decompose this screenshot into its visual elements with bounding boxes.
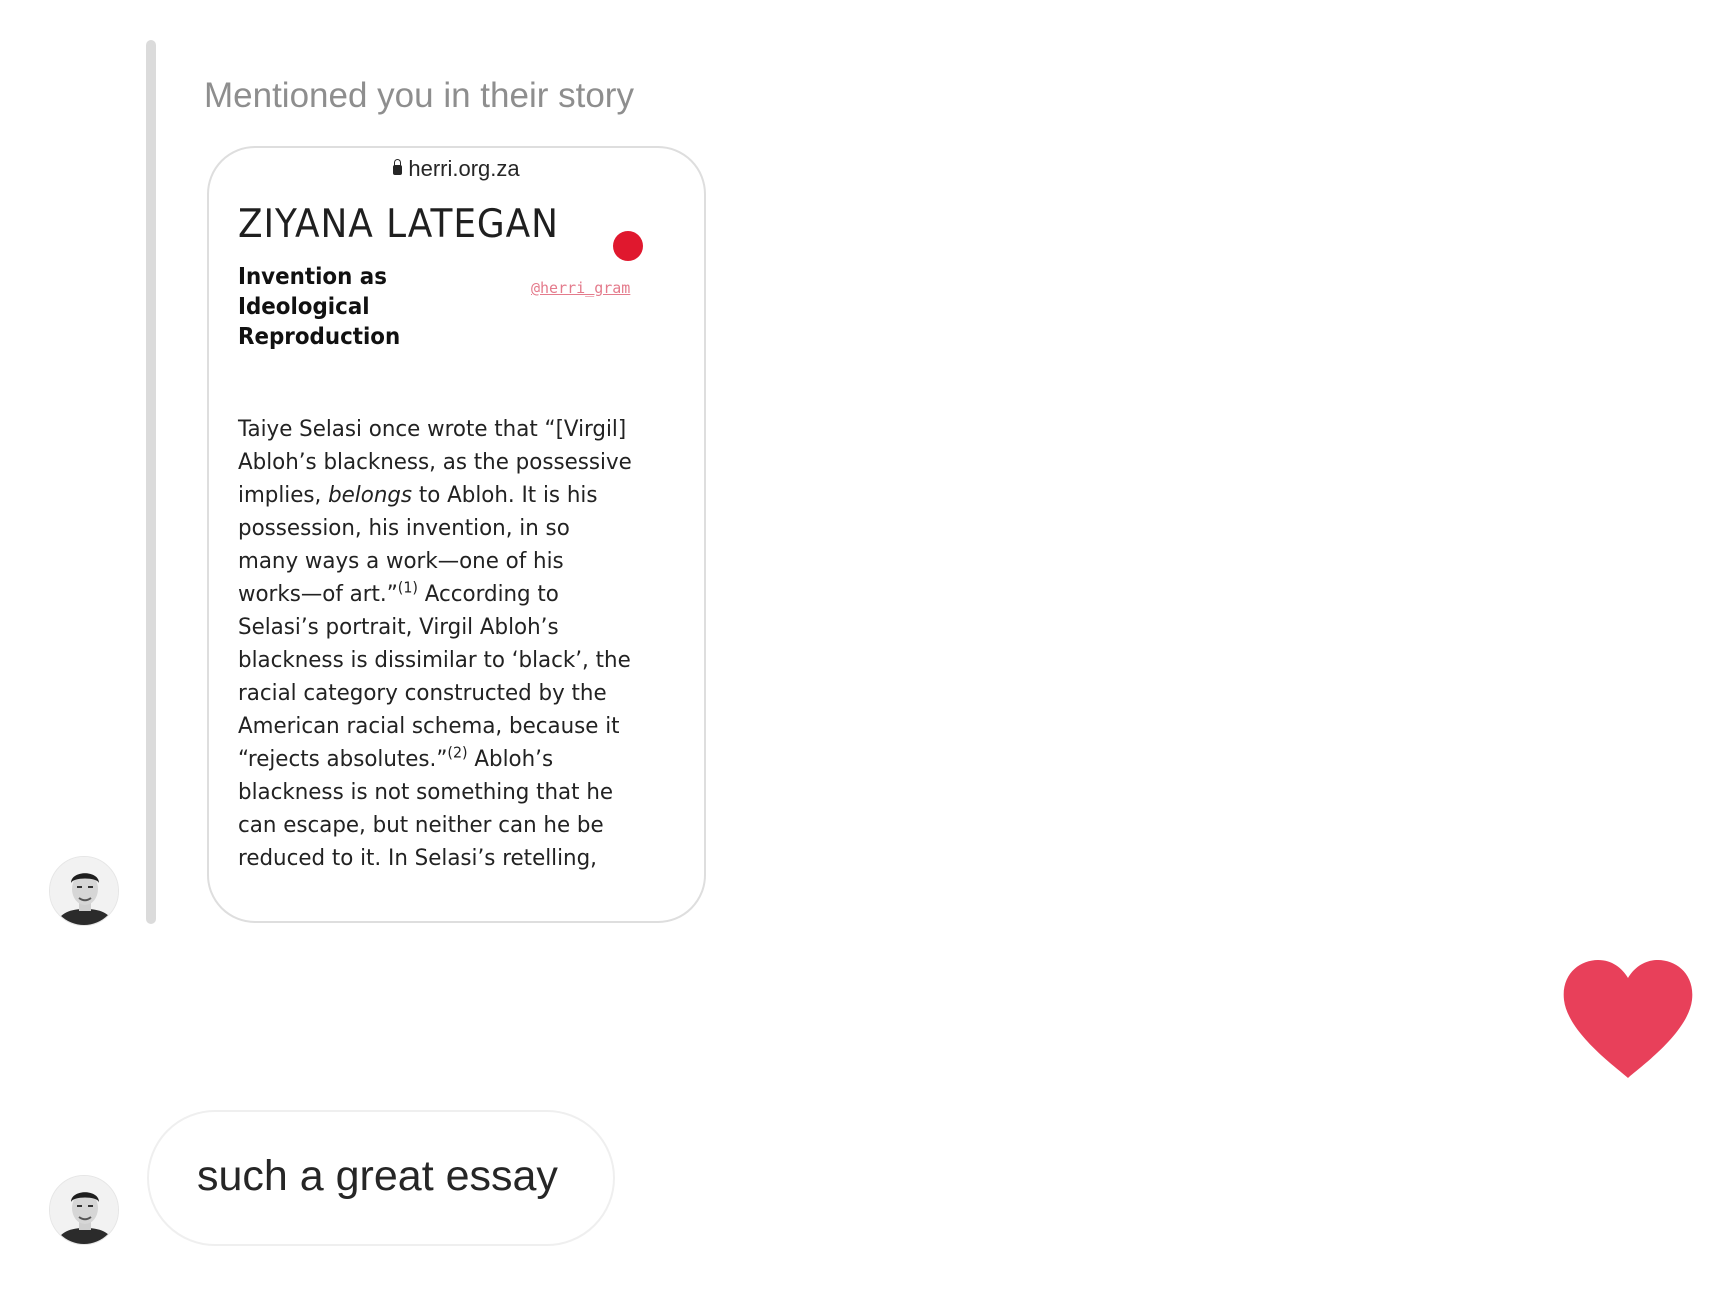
essay-text: blackness is dissimilar to ‘black’, the bbox=[238, 647, 631, 673]
essay-title-line: Reproduction bbox=[238, 324, 401, 350]
red-dot-sticker bbox=[613, 231, 643, 261]
essay-text: Selasi’s portrait, Virgil Abloh’s bbox=[238, 614, 559, 640]
essay-text: blackness is not something that he bbox=[238, 779, 614, 805]
essay-title-line: Invention as Ideological bbox=[238, 264, 387, 320]
avatar-photo bbox=[50, 1176, 118, 1244]
message-bubble[interactable]: such a great essay bbox=[147, 1110, 615, 1246]
story-url-bar: herri.org.za bbox=[209, 156, 704, 182]
essay-text: works—of art.” bbox=[238, 581, 398, 607]
story-url: herri.org.za bbox=[408, 156, 520, 181]
essay-text: to Abloh. It is his bbox=[412, 482, 598, 508]
essay-text: American racial schema, because it bbox=[238, 713, 620, 739]
essay-text: racial category constructed by the bbox=[238, 680, 607, 706]
essay-body-line: possession, his invention, in so bbox=[238, 512, 656, 545]
story-mention-caption: Mentioned you in their story bbox=[204, 76, 634, 115]
essay-body-line: Selasi’s portrait, Virgil Abloh’s bbox=[238, 611, 656, 644]
essay-text: Taiye Selasi once wrote that “[Virgil] bbox=[238, 416, 627, 442]
essay-body-line: many ways a work—one of his bbox=[238, 545, 656, 578]
lock-icon bbox=[393, 159, 403, 175]
essay-text: According to bbox=[417, 581, 559, 607]
essay-body-line: blackness is not something that he bbox=[238, 776, 656, 809]
story-preview-card[interactable]: herri.org.za ZIYANA LATEGAN Invention as… bbox=[207, 146, 706, 923]
essay-title: Invention as Ideological Reproduction bbox=[238, 262, 508, 352]
heart-reaction-icon[interactable] bbox=[1560, 958, 1696, 1080]
sender-avatar[interactable] bbox=[49, 1175, 119, 1245]
essay-text: possession, his invention, in so bbox=[238, 515, 570, 541]
sender-avatar[interactable] bbox=[49, 856, 119, 926]
essay-text: implies, bbox=[238, 482, 329, 508]
essay-body-line: Abloh’s blackness, as the possessive bbox=[238, 446, 656, 479]
essay-body-line: implies, belongs to Abloh. It is his bbox=[238, 479, 656, 512]
essay-body-line: blackness is dissimilar to ‘black’, the bbox=[238, 644, 656, 677]
essay-text: “rejects absolutes.” bbox=[238, 746, 448, 772]
essay-body-line: Taiye Selasi once wrote that “[Virgil] bbox=[238, 413, 656, 446]
essay-body: Taiye Selasi once wrote that “[Virgil] Ab… bbox=[238, 413, 656, 875]
essay-body-line: reduced to it. In Selasi’s retelling, bbox=[238, 842, 656, 875]
story-author-name: ZIYANA LATEGAN bbox=[238, 202, 559, 247]
essay-text: Abloh’s bbox=[467, 746, 554, 772]
essay-body-line: racial category constructed by the bbox=[238, 677, 656, 710]
avatar-photo bbox=[50, 857, 118, 925]
essay-text: reduced to it. In Selasi’s retelling, bbox=[238, 845, 597, 871]
essay-text: many ways a work—one of his bbox=[238, 548, 564, 574]
essay-text: Abloh’s blackness, as the possessive bbox=[238, 449, 632, 475]
message-text: such a great essay bbox=[197, 1152, 558, 1200]
essay-body-line: “rejects absolutes.”(2) Abloh’s bbox=[238, 743, 656, 776]
essay-body-line: American racial schema, because it bbox=[238, 710, 656, 743]
essay-emphasis: belongs bbox=[328, 482, 413, 508]
footnote-marker[interactable]: (2) bbox=[447, 744, 467, 762]
essay-text: can escape, but neither can he be bbox=[238, 812, 604, 838]
essay-body-line: can escape, but neither can he be bbox=[238, 809, 656, 842]
mention-sticker[interactable]: @herri_gram bbox=[531, 279, 630, 297]
footnote-marker[interactable]: (1) bbox=[398, 579, 418, 597]
story-reply-rail bbox=[146, 40, 156, 924]
essay-body-line: works—of art.”(1) According to bbox=[238, 578, 656, 611]
